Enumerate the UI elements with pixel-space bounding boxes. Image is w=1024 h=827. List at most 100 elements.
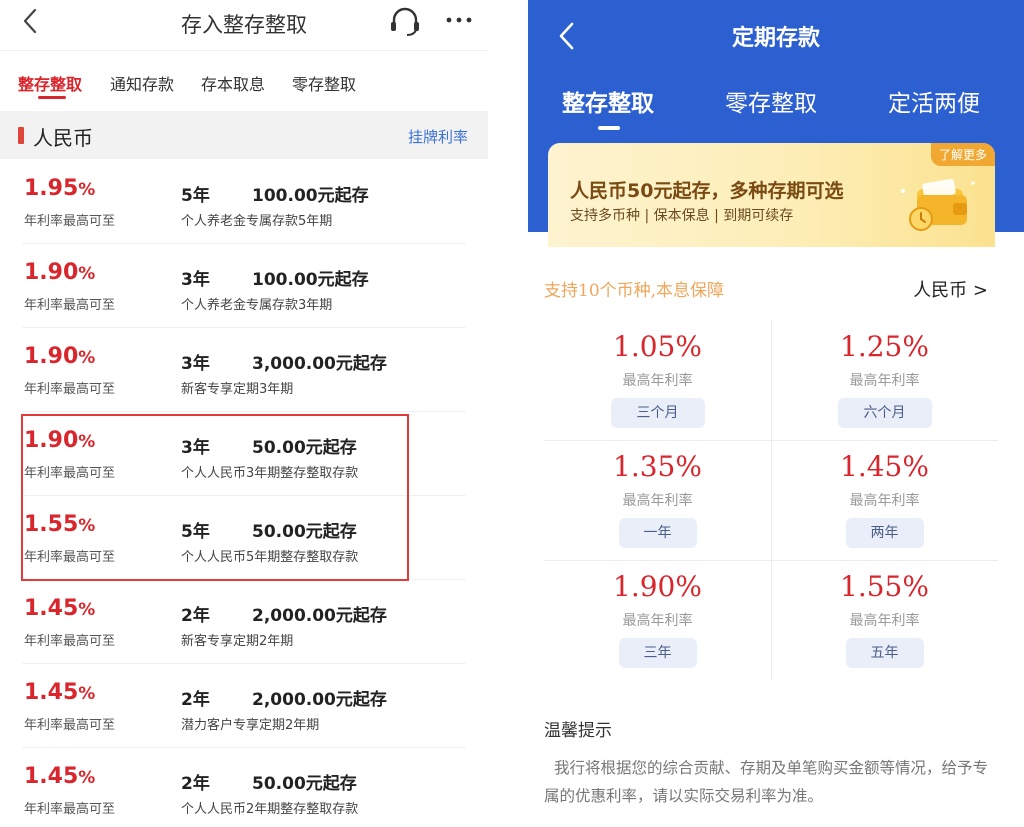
currency-support-text: 支持10个币种,本息保障 [544,281,725,301]
product-row[interactable]: 1.45% 年利率最高可至 2年 50.00元起存 个人人民币2年期整存整取存款 [0,748,488,827]
rate-value: 1.90% [24,344,95,369]
product-row[interactable]: 1.90% 年利率最高可至 3年 50.00元起存个人人民币3年期整存整取存款 [0,412,488,496]
min-deposit: 100.00元起存 [252,270,369,290]
term-rate-cell[interactable]: 1.05% 最高年利率三个月 [544,320,771,440]
product-row[interactable]: 1.45% 年利率最高可至 2年 2,000.00元起存 新客专享定期2年期 [0,580,488,664]
term-rate-cell[interactable]: 1.45% 最高年利率两年 [771,440,998,560]
active-tab-indicator [598,126,620,130]
rate-number: 1.45 [24,680,79,705]
product-row[interactable]: 1.55% 年利率最高可至 5年 50.00元起存 个人人民币5年期整存整取存款 [0,496,488,580]
tab-flexible-deposit[interactable]: 定活两便 [888,84,980,118]
percent-sign: % [78,180,96,200]
rate-value: 1.45% [24,764,95,789]
product-row[interactable]: 1.90% 年利率最高可至 3年 3,000.00元起存 新客专享定期3年期 [0,328,488,412]
rate-value: 1.45% [840,450,929,483]
term-button[interactable]: 三年 [618,638,697,668]
term-rate-cell[interactable]: 1.90% 最高年利率 三年 [544,560,771,680]
rate-label: 年利率最高可至 [24,466,116,481]
tab-lump-sum[interactable]: 整存整取 [562,84,654,118]
tab-installment-saving[interactable]: 零存整取 [292,71,356,95]
product-row[interactable]: 1.45% 年利率最高可至 2年 2,000.00元起存 潜力客户专享定期2年期 [0,664,488,748]
rate-label: 最高年利率 [622,493,693,509]
rate-label: 年利率最高可至 [24,214,116,229]
tips-text: 我行将根据您的综合贡献、存期及单笔购买金额等情况，给予专属的优惠利率，请以实际交… [544,759,989,805]
term-value: 2年 [181,606,210,626]
rate-number: 1.90 [24,344,79,369]
term-value: 2年 [181,690,210,710]
term-button[interactable]: 六个月 [837,398,932,428]
currency-section-header: 人民币 挂牌利率 [0,111,488,159]
tab-interest-withdrawal[interactable]: 存本取息 [201,71,265,95]
product-description: 个人人民币3年期整存整取存款 [181,466,359,481]
listed-rates-link[interactable]: 挂牌利率 [408,126,468,147]
percent-sign: % [78,684,96,704]
min-deposit: 2,000.00元起存 [252,690,387,710]
term-value: 3年 [181,438,210,458]
product-row[interactable]: 1.95% 年利率最高可至 5年 100.00元起存个人养老金专属存款5年期 [0,160,488,244]
percent-sign: % [78,516,96,536]
rate-label: 最高年利率 [622,373,693,389]
rate-label: 年利率最高可至 [24,634,116,649]
tab-notice-deposit[interactable]: 通知存款 [110,71,174,95]
rate-value: 1.45% [24,680,95,705]
term-value: 5年 [181,186,210,206]
product-description: 个人养老金专属存款5年期 [181,214,333,229]
percent-sign: % [78,768,96,788]
rate-value: 1.90% [24,260,95,285]
term-button[interactable]: 一年 [618,518,697,548]
tab-lump-sum[interactable]: 整存整取 [18,71,82,95]
rate-label: 年利率最高可至 [24,802,116,817]
rate-value: 1.25% [840,330,929,363]
percent-sign: % [78,264,96,284]
rate-value: 1.90% [24,428,95,453]
percent-sign: % [78,432,96,452]
term-button[interactable]: 五年 [845,638,924,668]
more-options-icon[interactable] [444,10,474,30]
product-description: 个人养老金专属存款3年期 [181,298,333,313]
rate-label: 最高年利率 [849,493,920,509]
min-deposit: 50.00元起存 [252,522,357,542]
headset-icon[interactable] [388,5,422,37]
term-rate-cell[interactable]: 1.55% 最高年利率 五年 [771,560,998,680]
page-title: 定期存款 [731,26,820,51]
term-rate-cell[interactable]: 1.25% 最高年利率六个月 [771,320,998,440]
header-divider [0,50,488,51]
banner-wave [528,210,1024,250]
rate-number: 1.55 [24,512,79,537]
term-button[interactable]: 三个月 [610,398,705,428]
min-deposit: 50.00元起存 [252,774,357,794]
rate-number: 1.90 [24,260,79,285]
currency-selector[interactable]: 人民币 > [913,276,988,302]
learn-more-tag[interactable]: 了解更多 [930,143,995,166]
left-tab-bar: 整存整取 通知存款 存本取息 零存整取 [0,60,488,106]
term-value: 2年 [181,774,210,794]
min-deposit: 3,000.00元起存 [252,354,387,374]
term-value: 3年 [181,270,210,290]
min-deposit: 50.00元起存 [252,438,357,458]
min-deposit: 2,000.00元起存 [252,606,387,626]
product-description: 新客专享定期3年期 [181,382,294,397]
rate-label: 年利率最高可至 [24,550,116,565]
percent-sign: % [78,600,96,620]
active-tab-underline [38,96,66,99]
rate-label: 年利率最高可至 [24,718,116,733]
term-button[interactable]: 两年 [845,518,924,548]
tab-installment-saving[interactable]: 零存整取 [725,84,817,118]
rate-label: 最高年利率 [849,373,920,389]
percent-sign: % [78,348,96,368]
product-description: 新客专享定期2年期 [181,634,294,649]
rate-value: 1.95% [24,176,95,201]
rate-value: 1.05% [613,330,702,363]
product-description: 个人人民币5年期整存整取存款 [181,550,359,565]
rate-number: 1.45 [24,764,79,789]
min-deposit: 100.00元起存 [252,186,369,206]
term-rate-grid: 1.05% 最高年利率 三个月 1.25% 最高年利率 六个月 1.35% 最高年利率 一年 1.… [544,320,998,680]
rate-value: 1.55% [24,512,95,537]
section-title: 人民币 [33,126,93,150]
term-value: 3年 [181,354,210,374]
product-row[interactable]: 1.90% 年利率最高可至 3年 100.00元起存 个人养老金专属存款3年期 [0,244,488,328]
rate-value: 1.35% [613,450,702,483]
left-header: 存入整存整取 [0,0,488,48]
section-marker [18,127,24,144]
term-rate-cell[interactable]: 1.35% 最高年利率一年 [544,440,771,560]
